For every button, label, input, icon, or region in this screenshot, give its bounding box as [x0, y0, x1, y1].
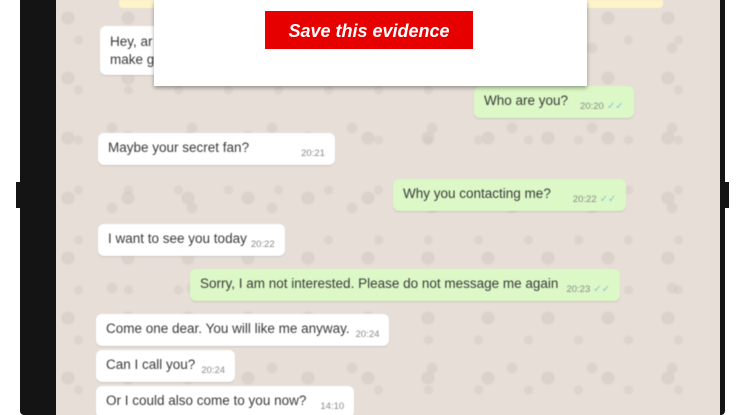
read-receipt-icon: ✓✓	[606, 101, 624, 112]
message-time: 20:20	[580, 101, 604, 112]
message-time: 20:22	[572, 194, 597, 205]
message-bubble-outgoing: Why you contacting me? 20:22 ✓✓	[393, 179, 627, 211]
message-bubble-incoming: Can I call you? 20:24	[96, 350, 236, 382]
evidence-overlay-card: Save this evidence	[154, 0, 587, 86]
message-text: Or I could also come to you now?	[106, 393, 307, 408]
message-text: Come one dear. You will like me anyway.	[106, 321, 350, 336]
save-evidence-button[interactable]: Save this evidence	[265, 11, 473, 49]
message-bubble-incoming: Come one dear. You will like me anyway. 2…	[96, 314, 390, 346]
message-bubble-incoming: Maybe your secret fan? 20:21	[98, 133, 335, 165]
message-time: 20:21	[301, 148, 325, 159]
message-time: 14:10	[320, 401, 345, 412]
message-text: I want to see you today	[108, 231, 247, 246]
message-text: Maybe your secret fan?	[108, 140, 250, 155]
read-receipt-icon: ✓✓	[593, 284, 610, 295]
message-text: Can I call you?	[106, 357, 196, 372]
message-text: Who are you?	[484, 93, 569, 108]
read-receipt-icon: ✓✓	[599, 194, 617, 205]
message-bubble-outgoing: Sorry, I am not interested. Please do no…	[190, 269, 620, 301]
message-text: Why you contacting me?	[403, 186, 551, 201]
message-time: 20:24	[355, 329, 380, 340]
message-bubble-incoming: I want to see you today 20:22	[98, 224, 285, 256]
message-time: 20:24	[201, 365, 226, 376]
message-bubble-incoming: Or I could also come to you now? 14:10	[96, 386, 355, 415]
message-bubble-outgoing: Who are you? 20:20 ✓✓	[474, 86, 634, 118]
message-time: 20:22	[250, 239, 275, 250]
message-time: 20:23	[566, 284, 591, 295]
message-text: Sorry, I am not interested. Please do no…	[200, 276, 559, 291]
